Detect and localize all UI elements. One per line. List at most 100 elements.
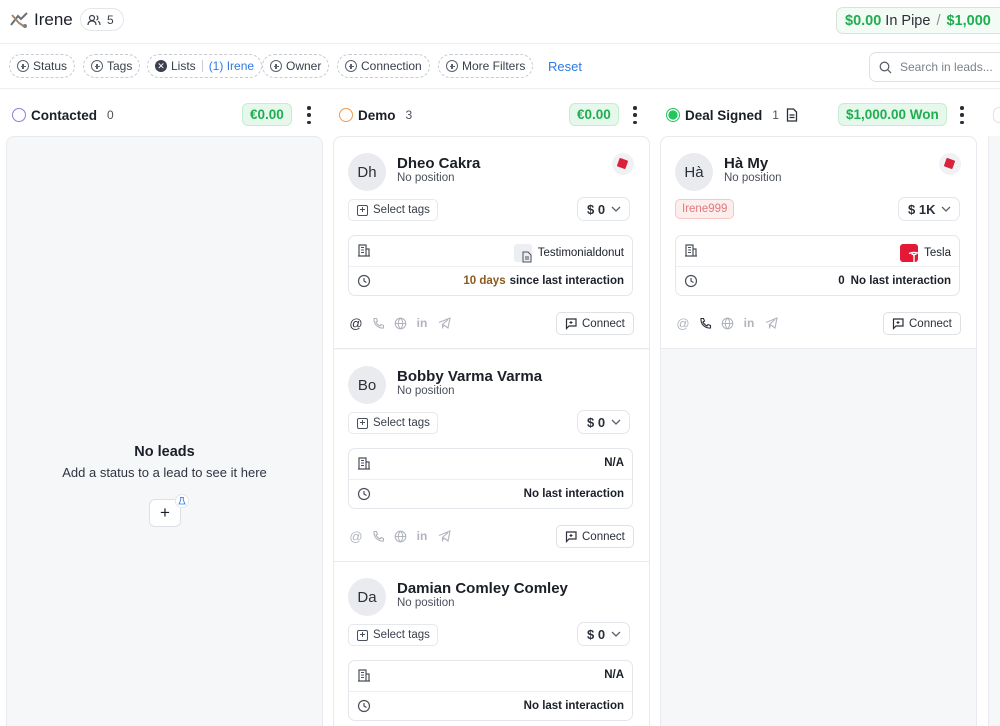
message-icon	[565, 317, 577, 330]
search-input[interactable]: Search in leads...	[869, 52, 1000, 82]
company-name: N/A	[604, 669, 624, 681]
lead-info-box: Testimonialdonut 10 days since last inte…	[348, 235, 633, 296]
globe-icon[interactable]	[392, 528, 408, 544]
flask-icon	[175, 494, 189, 508]
phone-icon[interactable]	[370, 315, 386, 331]
connect-label: Connect	[909, 317, 952, 330]
document-icon[interactable]	[786, 108, 798, 122]
avatar: Dh	[348, 153, 386, 191]
status-circle-icon	[12, 108, 26, 122]
lead-name[interactable]: Bobby Varma Varma	[397, 368, 542, 385]
lead-info-box: Tesla 0 No last interaction	[675, 235, 960, 296]
column-count: 3	[405, 108, 413, 122]
connect-button[interactable]: Connect	[883, 312, 961, 335]
divider	[201, 60, 203, 72]
select-tags-button[interactable]: Select tags	[348, 624, 438, 646]
email-icon[interactable]: @	[348, 315, 364, 331]
company-name[interactable]: Testimonialdonut	[538, 247, 624, 259]
select-tags-label: Select tags	[373, 417, 430, 429]
lead-name[interactable]: Hà My	[724, 155, 768, 172]
avatar: Hà	[675, 153, 713, 191]
deal-value-dropdown[interactable]: $ 0	[577, 197, 631, 221]
add-circle-icon	[446, 60, 458, 72]
column-title: Demo	[358, 107, 396, 123]
select-tags-label: Select tags	[373, 629, 430, 641]
tesla-logo-icon	[900, 244, 920, 262]
lead-name[interactable]: Damian Comley Comley	[397, 580, 568, 597]
owner-filter-label: Owner	[286, 59, 322, 73]
owner-filter[interactable]: Owner	[262, 54, 330, 78]
reset-filters-link[interactable]: Reset	[548, 59, 582, 74]
email-icon[interactable]: @	[348, 528, 364, 544]
building-icon	[358, 457, 370, 470]
lead-card[interactable]: Dh Dheo Cakra No position Select tags $ …	[334, 137, 649, 349]
lists-filter-label: Lists	[171, 59, 196, 73]
connect-button[interactable]: Connect	[556, 312, 634, 335]
remove-filter-icon[interactable]: ✕	[155, 60, 167, 72]
plus-square-icon	[357, 629, 368, 641]
lead-position: No position	[397, 172, 455, 184]
lead-position: No position	[397, 597, 455, 609]
status-filter[interactable]: Status	[9, 54, 76, 78]
company-name[interactable]: Tesla	[924, 247, 951, 259]
interaction-row: 10 days since last interaction	[349, 266, 632, 296]
company-row: N/A	[349, 449, 632, 479]
column-contacted: No leads Add a status to a lead to see i…	[6, 136, 323, 726]
tags-filter[interactable]: Tags	[83, 54, 141, 78]
deal-value-dropdown[interactable]: $ 1K	[898, 197, 961, 221]
linkedin-icon[interactable]: in	[414, 315, 430, 331]
telegram-icon[interactable]	[436, 315, 452, 331]
linkedin-icon[interactable]: in	[741, 315, 757, 331]
chevron-down-icon	[611, 631, 621, 637]
filter-bar: Status Tags ✕ Lists (1) Irene Owner Conn…	[0, 45, 1000, 89]
lead-card[interactable]: Hà Hà My No position Irene999 $ 1K Tesla	[661, 137, 976, 349]
flag-icon[interactable]	[939, 153, 961, 175]
pipeline-summary: $0.00 In Pipe / $1,000	[836, 7, 1000, 34]
column-amount: €0.00	[569, 103, 619, 126]
company-row: N/A	[349, 661, 632, 691]
avatar: Da	[348, 578, 386, 616]
select-tags-button[interactable]: Select tags	[348, 199, 438, 221]
owner-tag[interactable]: Irene999	[675, 199, 735, 219]
column-header-demo: Demo 3 €0.00	[339, 100, 649, 130]
connection-filter[interactable]: Connection	[337, 54, 430, 78]
connect-label: Connect	[582, 317, 625, 330]
phone-icon[interactable]	[370, 528, 386, 544]
deal-value-dropdown[interactable]: $ 0	[577, 622, 631, 646]
plus-square-icon	[357, 417, 368, 429]
deal-value: $ 0	[587, 626, 606, 642]
interaction-days: 10 days	[463, 275, 506, 287]
chevron-down-icon	[942, 206, 951, 212]
column-title: Contacted	[31, 107, 98, 123]
members-button[interactable]: 5	[80, 8, 124, 31]
deal-value: $ 0	[587, 414, 606, 430]
lead-card[interactable]: Bo Bobby Varma Varma No position Select …	[334, 350, 649, 562]
telegram-icon[interactable]	[763, 315, 779, 331]
connect-button[interactable]: Connect	[556, 525, 634, 548]
lead-name[interactable]: Dheo Cakra	[397, 155, 480, 172]
telegram-icon[interactable]	[436, 528, 452, 544]
flag-icon[interactable]	[612, 153, 634, 175]
users-icon	[87, 14, 101, 25]
chevron-down-icon	[611, 206, 621, 212]
globe-icon[interactable]	[392, 315, 408, 331]
column-menu-icon[interactable]	[960, 106, 964, 124]
select-tags-button[interactable]: Select tags	[348, 412, 438, 434]
interaction-row: No last interaction	[349, 691, 632, 721]
phone-icon[interactable]	[697, 315, 713, 331]
lists-filter[interactable]: ✕ Lists (1) Irene	[147, 54, 263, 78]
building-icon	[685, 244, 697, 257]
company-name: N/A	[604, 457, 624, 469]
add-circle-icon	[17, 60, 29, 72]
pipe-value: $0.00	[845, 12, 882, 29]
email-icon[interactable]: @	[675, 315, 691, 331]
linkedin-icon[interactable]: in	[414, 528, 430, 544]
deal-value-dropdown[interactable]: $ 0	[577, 410, 631, 434]
next-column-edge	[988, 136, 1000, 726]
more-filters-button[interactable]: More Filters	[438, 54, 534, 78]
connection-filter-label: Connection	[361, 59, 422, 73]
globe-icon[interactable]	[719, 315, 735, 331]
column-menu-icon[interactable]	[307, 106, 311, 124]
lead-card[interactable]: Da Damian Comley Comley No position Sele…	[334, 562, 649, 726]
column-menu-icon[interactable]	[633, 106, 637, 124]
